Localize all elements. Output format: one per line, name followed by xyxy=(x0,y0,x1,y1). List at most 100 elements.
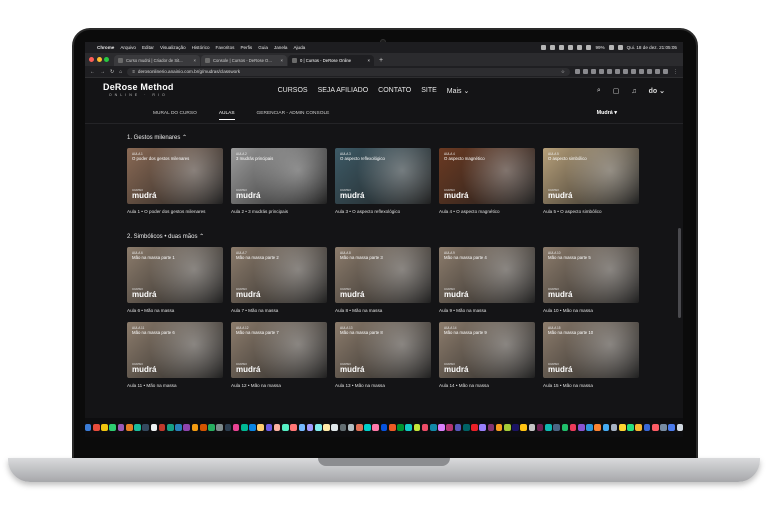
dock-app-icon[interactable] xyxy=(85,424,92,431)
close-tab-icon[interactable]: × xyxy=(368,58,370,63)
extension-icon[interactable] xyxy=(607,69,612,74)
lesson-thumbnail[interactable]: AULA 7 Mão na massa parte 2 CURSO mudrá xyxy=(231,247,327,303)
lesson-card[interactable]: AULA 14 Mão na massa parte 9 CURSO mudrá Aul… xyxy=(439,322,535,397)
status-icon[interactable] xyxy=(568,45,574,50)
lesson-card[interactable]: AULA 10 Mão na massa parte 5 CURSO mudrá Aul… xyxy=(543,247,639,322)
dock-app-icon[interactable] xyxy=(364,424,371,431)
dock-app-icon[interactable] xyxy=(569,424,577,431)
tab-aulas[interactable]: AULAS xyxy=(218,111,235,120)
extension-icon[interactable] xyxy=(631,69,636,74)
dock-app-icon[interactable] xyxy=(224,424,232,431)
dock-app-icon[interactable] xyxy=(479,424,486,431)
dock-app-icon[interactable] xyxy=(208,424,215,431)
dock-app-icon[interactable] xyxy=(175,424,182,431)
menubar-item[interactable]: Arquivo xyxy=(120,45,136,50)
dock-app-icon[interactable] xyxy=(265,424,273,431)
extension-icon[interactable] xyxy=(575,69,580,74)
dock-app-icon[interactable] xyxy=(183,424,191,431)
lesson-card[interactable]: AULA 15 Mão na massa parte 10 CURSO mudrá Au… xyxy=(543,322,639,397)
menubar-item[interactable]: Janela xyxy=(274,45,288,50)
browser-menu-icon[interactable]: ⋮ xyxy=(673,69,678,75)
course-select[interactable]: Mudrá ▾ xyxy=(597,110,617,116)
dock-app-icon[interactable] xyxy=(232,424,240,431)
dock-app-icon[interactable] xyxy=(561,424,569,431)
dock-app-icon[interactable] xyxy=(413,424,421,431)
dock-app-icon[interactable] xyxy=(405,424,412,431)
lesson-caption[interactable]: Aula 15 • Mão na massa xyxy=(543,383,639,388)
extension-icon[interactable] xyxy=(639,69,644,74)
dock-app-icon[interactable] xyxy=(199,424,207,431)
lesson-thumbnail[interactable]: AULA 13 Mão na massa parte 8 CURSO mudrá xyxy=(335,322,431,378)
section-header[interactable]: 1. Gestos milenares ⌃ xyxy=(127,134,641,141)
dock-app-icon[interactable] xyxy=(528,424,536,431)
dock-app-icon[interactable] xyxy=(594,424,601,431)
dock-app-icon[interactable] xyxy=(191,424,199,431)
nav-contato[interactable]: CONTATO xyxy=(378,87,411,95)
extension-icon[interactable] xyxy=(623,69,628,74)
lesson-caption[interactable]: Aula 2 • 3 mudrás principais xyxy=(231,209,327,214)
close-window-button[interactable] xyxy=(89,57,94,62)
browser-tab[interactable]: 0 | Cursos - DeRose Online × xyxy=(288,55,374,66)
status-icon[interactable] xyxy=(577,45,583,50)
lesson-card[interactable]: AULA 8 Mão na massa parte 3 CURSO mudrá Aula… xyxy=(335,247,431,322)
lesson-card[interactable]: AULA 4O aspecto magnético CURSO mudrá Aula … xyxy=(439,148,535,223)
dock-app-icon[interactable] xyxy=(150,424,158,431)
dock-app-icon[interactable] xyxy=(446,424,454,431)
dock-app-icon[interactable] xyxy=(249,424,256,431)
lesson-thumbnail[interactable]: AULA 8 Mão na massa parte 3 CURSO mudrá xyxy=(335,247,431,303)
dock-app-icon[interactable] xyxy=(430,424,437,431)
dock-app-icon[interactable] xyxy=(290,424,297,431)
lesson-caption[interactable]: Aula 10 • Mão na massa xyxy=(543,308,639,313)
dock-app-icon[interactable] xyxy=(158,424,166,431)
lesson-caption[interactable]: Aula 1 • O poder dos gestos milenares xyxy=(127,209,223,214)
dock-app-icon[interactable] xyxy=(512,424,519,431)
nav-site[interactable]: SITE xyxy=(421,87,437,95)
dock-app-icon[interactable] xyxy=(101,424,108,431)
lesson-caption[interactable]: Aula 6 • Mão na massa xyxy=(127,308,223,313)
tab-mural[interactable]: MURAL DO CURSO xyxy=(153,111,197,116)
extension-icon[interactable] xyxy=(647,69,652,74)
dock-app-icon[interactable] xyxy=(487,424,495,431)
dock-app-icon[interactable] xyxy=(117,424,125,431)
lesson-card[interactable]: AULA 1O poder dos gestos milenares CURSO m… xyxy=(127,148,223,223)
site-logo[interactable]: DeRose Method ONLINE · RIO xyxy=(103,83,174,99)
dock-app-icon[interactable] xyxy=(298,424,306,431)
close-tab-icon[interactable]: × xyxy=(194,58,196,63)
url-field[interactable]: ≡ derosonlinerio.anainio.com.br/g/mudras… xyxy=(127,67,570,76)
dock-app-icon[interactable] xyxy=(676,424,683,431)
lesson-caption[interactable]: Aula 4 • O aspecto magnético xyxy=(439,209,535,214)
dock-app-icon[interactable] xyxy=(323,424,330,431)
dock-app-icon[interactable] xyxy=(619,424,626,431)
lesson-caption[interactable]: Aula 7 • Mão na massa xyxy=(231,308,327,313)
new-tab-button[interactable]: + xyxy=(379,57,383,64)
lesson-card[interactable]: AULA 6 Mão na massa parte 1 CURSO mudrá Aula… xyxy=(127,247,223,322)
dock-app-icon[interactable] xyxy=(577,424,585,431)
dock-app-icon[interactable] xyxy=(545,424,552,431)
lesson-caption[interactable]: Aula 8 • Mão na massa xyxy=(335,308,431,313)
extension-icon[interactable] xyxy=(591,69,596,74)
status-icon[interactable] xyxy=(550,45,556,50)
dock-app-icon[interactable] xyxy=(438,424,445,431)
lesson-thumbnail[interactable]: AULA 6 Mão na massa parte 1 CURSO mudrá xyxy=(127,247,223,303)
wifi-icon[interactable] xyxy=(608,45,614,50)
lesson-thumbnail[interactable]: AULA 14 Mão na massa parte 9 CURSO mudrá xyxy=(439,322,535,378)
forward-icon[interactable]: → xyxy=(100,69,105,75)
dock-app-icon[interactable] xyxy=(356,424,363,431)
bookmark-star-icon[interactable]: ☆ xyxy=(561,69,565,75)
dock-app-icon[interactable] xyxy=(462,424,470,431)
dock-app-icon[interactable] xyxy=(282,424,289,431)
lesson-thumbnail[interactable]: AULA 12 Mão na massa parte 7 CURSO mudrá xyxy=(231,322,327,378)
bag-icon[interactable]: ▢ xyxy=(613,87,620,95)
lesson-thumbnail[interactable]: AULA 1O poder dos gestos milenares CURSO m… xyxy=(127,148,223,204)
dock-app-icon[interactable] xyxy=(388,424,396,431)
dock-app-icon[interactable] xyxy=(273,424,281,431)
dock-app-icon[interactable] xyxy=(503,424,511,431)
minimize-window-button[interactable] xyxy=(96,57,102,62)
dock-app-icon[interactable] xyxy=(93,424,100,431)
extension-icon[interactable] xyxy=(583,69,588,74)
dock-app-icon[interactable] xyxy=(454,424,462,431)
extension-icon[interactable] xyxy=(655,69,660,74)
status-icon[interactable] xyxy=(559,45,565,50)
dock-app-icon[interactable] xyxy=(586,424,593,431)
menubar-item[interactable]: Ajuda xyxy=(293,45,305,50)
